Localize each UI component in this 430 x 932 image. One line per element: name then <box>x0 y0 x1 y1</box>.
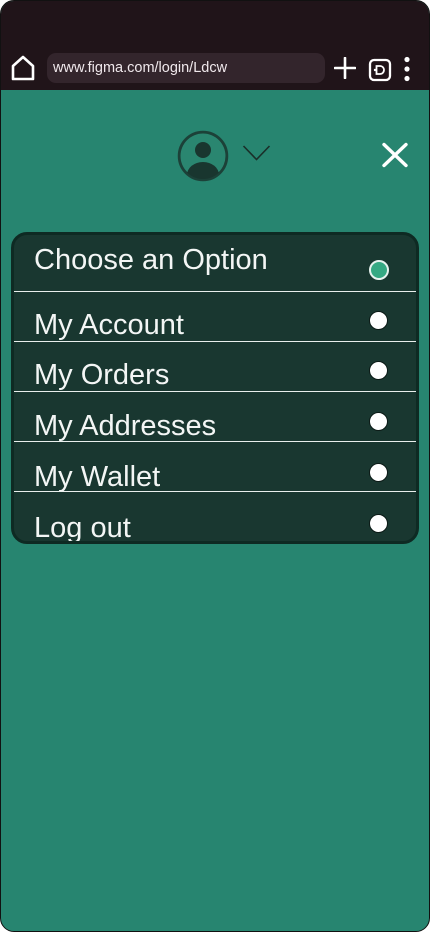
phone-frame: www.figma.com/login/Ldcw Choose an Optio… <box>0 0 430 932</box>
menu-item-my-orders[interactable]: My Orders <box>14 337 416 391</box>
home-icon[interactable] <box>10 54 36 82</box>
radio-button[interactable] <box>369 361 388 380</box>
radio-button[interactable] <box>369 412 388 431</box>
menu-item-my-wallet[interactable]: My Wallet <box>14 439 416 493</box>
menu-item-my-account[interactable]: My Account <box>14 287 416 341</box>
radio-button[interactable] <box>369 514 388 533</box>
menu-item-label: Log out <box>34 512 131 544</box>
browser-toolbar: www.figma.com/login/Ldcw <box>1 1 429 90</box>
tab-switcher-icon[interactable] <box>368 58 392 82</box>
menu-item-log-out[interactable]: Log out <box>14 490 416 541</box>
menu-item-my-addresses[interactable]: My Addresses <box>14 388 416 442</box>
plus-icon[interactable] <box>334 57 356 79</box>
close-icon[interactable] <box>381 142 409 168</box>
radio-button[interactable] <box>369 311 388 330</box>
radio-button[interactable] <box>369 463 388 482</box>
radio-button-selected[interactable] <box>369 260 389 280</box>
chevron-down-icon[interactable] <box>242 144 271 162</box>
account-menu: Choose an Option My Account My Orders My… <box>11 232 419 544</box>
menu-item-label: Choose an Option <box>34 244 268 276</box>
url-field[interactable]: www.figma.com/login/Ldcw <box>47 53 325 83</box>
menu-item-choose-an-option[interactable]: Choose an Option <box>14 235 416 285</box>
more-vertical-icon[interactable] <box>401 56 413 82</box>
user-avatar-icon[interactable] <box>177 130 229 182</box>
